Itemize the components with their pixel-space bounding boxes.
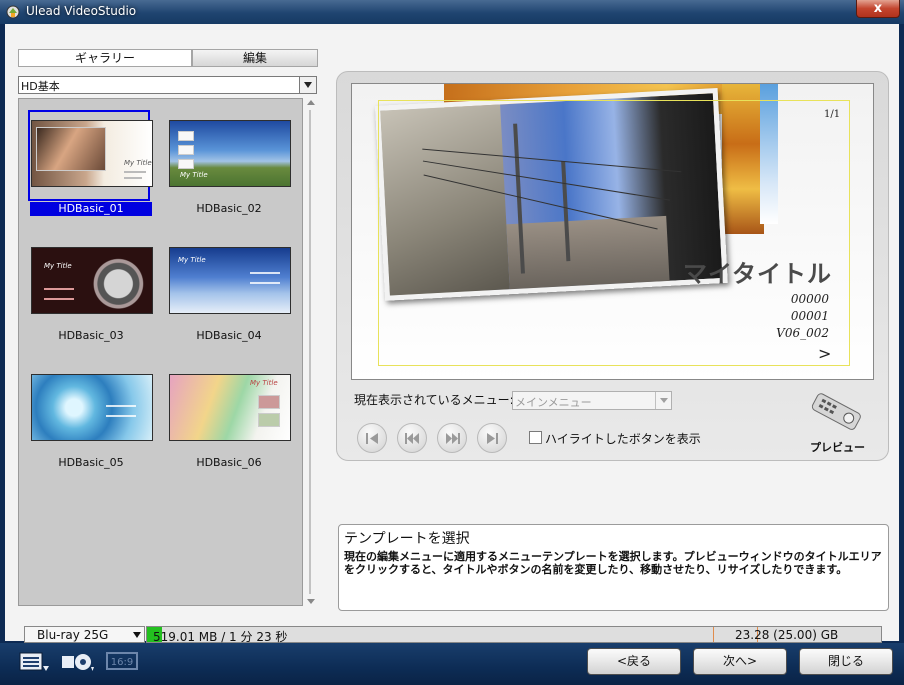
menu-preview-window[interactable]: 1/1 マイタイトル 00000 00001 V06_002 > — [351, 83, 874, 380]
preview-menu-item[interactable]: 00001 — [739, 309, 829, 323]
skip-to-end-icon — [487, 433, 498, 444]
ulead-app-icon — [6, 5, 20, 19]
menu-list-icon[interactable] — [17, 650, 51, 674]
highlight-buttons-checkbox[interactable] — [529, 431, 542, 444]
skip-to-start-icon — [366, 433, 378, 444]
capacity-total-text: 23.28 (25.00) GB — [735, 628, 839, 642]
scroll-down-icon[interactable] — [307, 599, 315, 604]
template-label[interactable]: HDBasic_06 — [168, 456, 290, 470]
gallery-scrollbar[interactable] — [304, 98, 317, 606]
template-category-value: HD基本 — [21, 80, 60, 93]
description-title: テンプレートを選択 — [344, 531, 470, 547]
template-label[interactable]: HDBasic_03 — [30, 329, 152, 343]
tab-edit[interactable]: 編集 — [192, 49, 318, 67]
description-panel: テンプレートを選択 現在の編集メニューに適用するメニューテンプレートを選択します… — [338, 524, 889, 611]
current-menu-value: メインメニュー — [515, 396, 592, 409]
chevron-down-icon[interactable] — [655, 392, 671, 409]
tab-gallery[interactable]: ギャラリー — [18, 49, 192, 67]
title-bar: Ulead VideoStudio x — [0, 0, 904, 24]
preview-menu-item[interactable]: V06_002 — [739, 326, 829, 340]
next-chapter-button[interactable] — [437, 423, 467, 453]
window-title: Ulead VideoStudio — [26, 4, 137, 18]
first-chapter-button[interactable] — [357, 423, 387, 453]
template-thumbnail-hdbasic-04[interactable]: My Title — [169, 247, 291, 314]
template-label[interactable]: HDBasic_02 — [168, 202, 290, 216]
highlight-buttons-label[interactable]: ハイライトしたボタンを表示 — [545, 430, 701, 447]
close-icon: x — [873, 1, 883, 16]
description-body: 現在の編集メニューに適用するメニューテンプレートを選択します。プレビューウィンド… — [344, 550, 882, 576]
disc-type-value: Blu-ray 25G — [37, 628, 109, 642]
preview-menu-item[interactable]: 00000 — [739, 292, 829, 306]
previous-chapter-button[interactable] — [397, 423, 427, 453]
settings-gear-icon[interactable] — [60, 650, 94, 674]
current-menu-label: 現在表示されているメニュー: — [354, 393, 514, 407]
disc-type-select[interactable]: Blu-ray 25G — [24, 626, 145, 643]
disc-status-bar: Blu-ray 25G 519.01 MB / 1 分 23 秒 23.28 (… — [24, 626, 882, 644]
current-menu-select[interactable]: メインメニュー — [512, 391, 672, 410]
template-thumbnail-hdbasic-02[interactable]: My Title — [169, 120, 291, 187]
preview-next-arrow[interactable]: > — [818, 344, 831, 363]
next-button[interactable]: 次へ> — [693, 648, 787, 675]
window-close-button[interactable]: x — [856, 0, 900, 18]
scroll-up-icon[interactable] — [307, 100, 315, 105]
panel-tabs: ギャラリー 編集 — [18, 49, 318, 67]
template-label[interactable]: HDBasic_05 — [30, 456, 152, 470]
chevron-down-icon[interactable] — [133, 632, 141, 638]
page-indicator: 1/1 — [824, 109, 841, 120]
preview-button-label[interactable]: プレビュー — [810, 439, 865, 455]
template-thumbnail-hdbasic-03[interactable]: My Title — [31, 247, 153, 314]
back-button[interactable]: <戻る — [587, 648, 681, 675]
template-category-select[interactable]: HD基本 — [18, 76, 317, 94]
fast-forward-icon — [446, 433, 460, 444]
chevron-down-icon[interactable] — [299, 77, 316, 93]
svg-text:16:9: 16:9 — [111, 657, 133, 668]
template-label[interactable]: HDBasic_01 — [30, 202, 152, 216]
aspect-ratio-icon[interactable]: 16:9 — [105, 650, 139, 674]
disc-capacity-bar: 519.01 MB / 1 分 23 秒 23.28 (25.00) GB — [146, 626, 882, 644]
template-thumbnail-hdbasic-05[interactable] — [31, 374, 153, 441]
preview-menu-title[interactable]: マイタイトル — [682, 254, 832, 289]
last-chapter-button[interactable] — [477, 423, 507, 453]
close-button[interactable]: 閉じる — [799, 648, 893, 675]
template-label[interactable]: HDBasic_04 — [168, 329, 290, 343]
remote-control-icon[interactable] — [806, 392, 864, 432]
scroll-track[interactable] — [309, 110, 311, 594]
template-thumbnail-hdbasic-06[interactable]: My Title — [169, 374, 291, 441]
rewind-icon — [405, 433, 419, 444]
template-thumbnail-hdbasic-01[interactable]: My Title — [31, 120, 153, 187]
